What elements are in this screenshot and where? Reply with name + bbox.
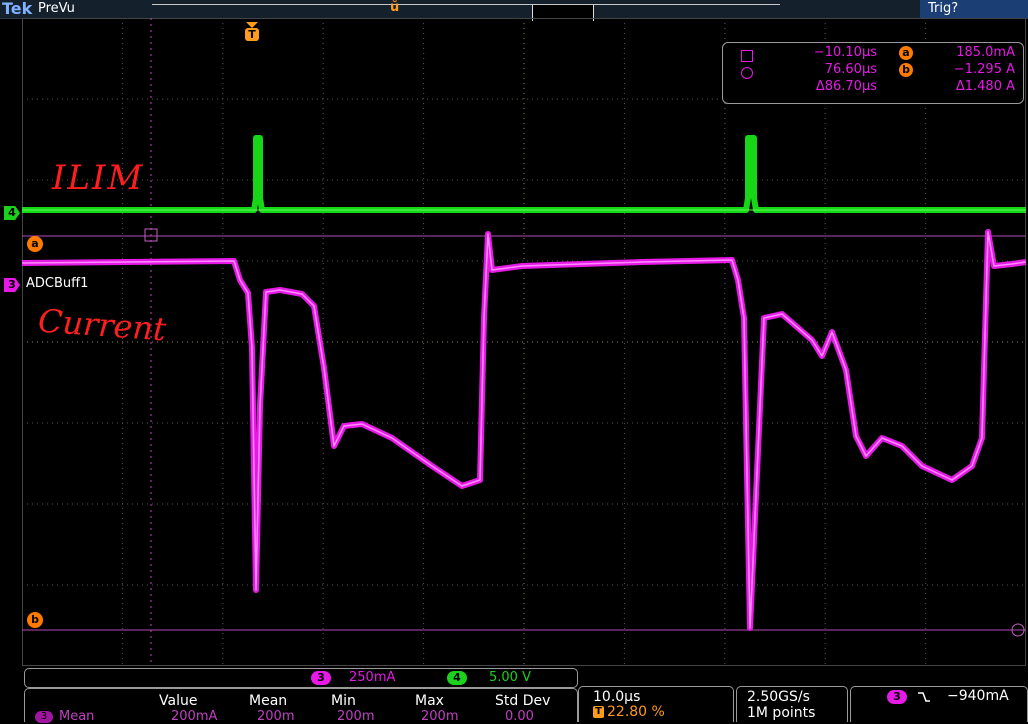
trigger-position-icon: T [593,706,604,718]
stat-row-label: Mean [59,709,95,724]
ch3-scale-badge: 3 [311,671,331,685]
trigger-position: 22.80 % [607,704,665,720]
timebase-readout[interactable]: 10.0µs T 22.80 % [578,686,734,722]
cursor-delta-value: Δ1.480 A [955,79,1015,94]
stat-header-stddev: Std Dev [495,693,551,709]
stat-header-value: Value [159,693,198,709]
trigger-status: Trig? [920,0,1028,18]
ch3-scale[interactable]: 250mA [349,670,395,685]
ch3-label: ADCBuff1 [26,276,89,291]
cursor-b-marker[interactable]: b [27,612,43,628]
stat-stddev: 0.00 [505,709,534,724]
cursor-b-circle-icon [741,67,753,79]
vertical-scale-bar[interactable]: 3 250mA 4 5.00 V [24,668,578,688]
cursor-readout: −10.10µs 76.60µs Δ86.70µs a b 185.0mA −1… [722,42,1024,104]
record-length: 1M points [747,705,816,721]
cursor-a-value: 185.0mA [956,45,1015,60]
trigger-readout[interactable]: 3 −940mA [850,686,1028,722]
ch3-trace [22,229,1026,631]
ch4-ground-marker[interactable]: 4 [4,206,20,220]
trigger-position-marker[interactable]: T [245,22,259,42]
timebase-scale: 10.0µs [593,689,641,705]
stat-mean: 200m [257,709,295,724]
stat-header-mean: Mean [249,693,288,709]
ilim-annotation: ILIM [52,158,145,198]
sample-rate: 2.50GS/s [747,689,810,705]
cursor-a-square-icon [741,50,753,62]
stat-max: 200m [421,709,459,724]
trigger-level: −940mA [947,688,1009,704]
measurement-panel[interactable]: Value Mean Min Max Std Dev 3 Mean 200mA … [24,688,578,724]
cursor-a-badge: a [899,46,913,60]
expansion-point-icon: ŭ [390,0,400,15]
tek-logo: Tek [2,0,33,18]
ch4-scale[interactable]: 5.00 V [489,670,531,685]
waveform-display[interactable] [22,18,1026,666]
record-view-bar[interactable] [152,4,780,21]
stat-row-badge: 3 [35,711,53,723]
trigger-marker-label: T [245,28,259,41]
cursor-a-marker[interactable]: a [27,236,43,252]
cursor-b-badge: b [899,63,913,77]
cursor-delta-time: Δ86.70µs [815,79,877,94]
ch3-ground-marker[interactable]: 3 [4,278,20,292]
cursor-b-time: 76.60µs [824,62,877,77]
ch4-trace [22,135,1026,213]
trigger-source-badge: 3 [887,690,907,704]
waveform-area [22,18,1026,666]
sampling-readout[interactable]: 2.50GS/s 1M points [736,686,848,722]
acquisition-state: PreVu [38,1,75,16]
ch4-scale-badge: 4 [447,671,467,685]
falling-edge-icon [918,692,930,702]
stat-value: 200mA [171,709,218,724]
cursor-a-time: −10.10µs [813,45,877,60]
stat-header-max: Max [415,693,444,709]
cursor-b-value: −1.295 A [953,62,1015,77]
status-bar: Tek PreVu ŭ Trig? [0,0,1028,21]
stat-min: 200m [337,709,375,724]
stat-header-min: Min [331,693,356,709]
